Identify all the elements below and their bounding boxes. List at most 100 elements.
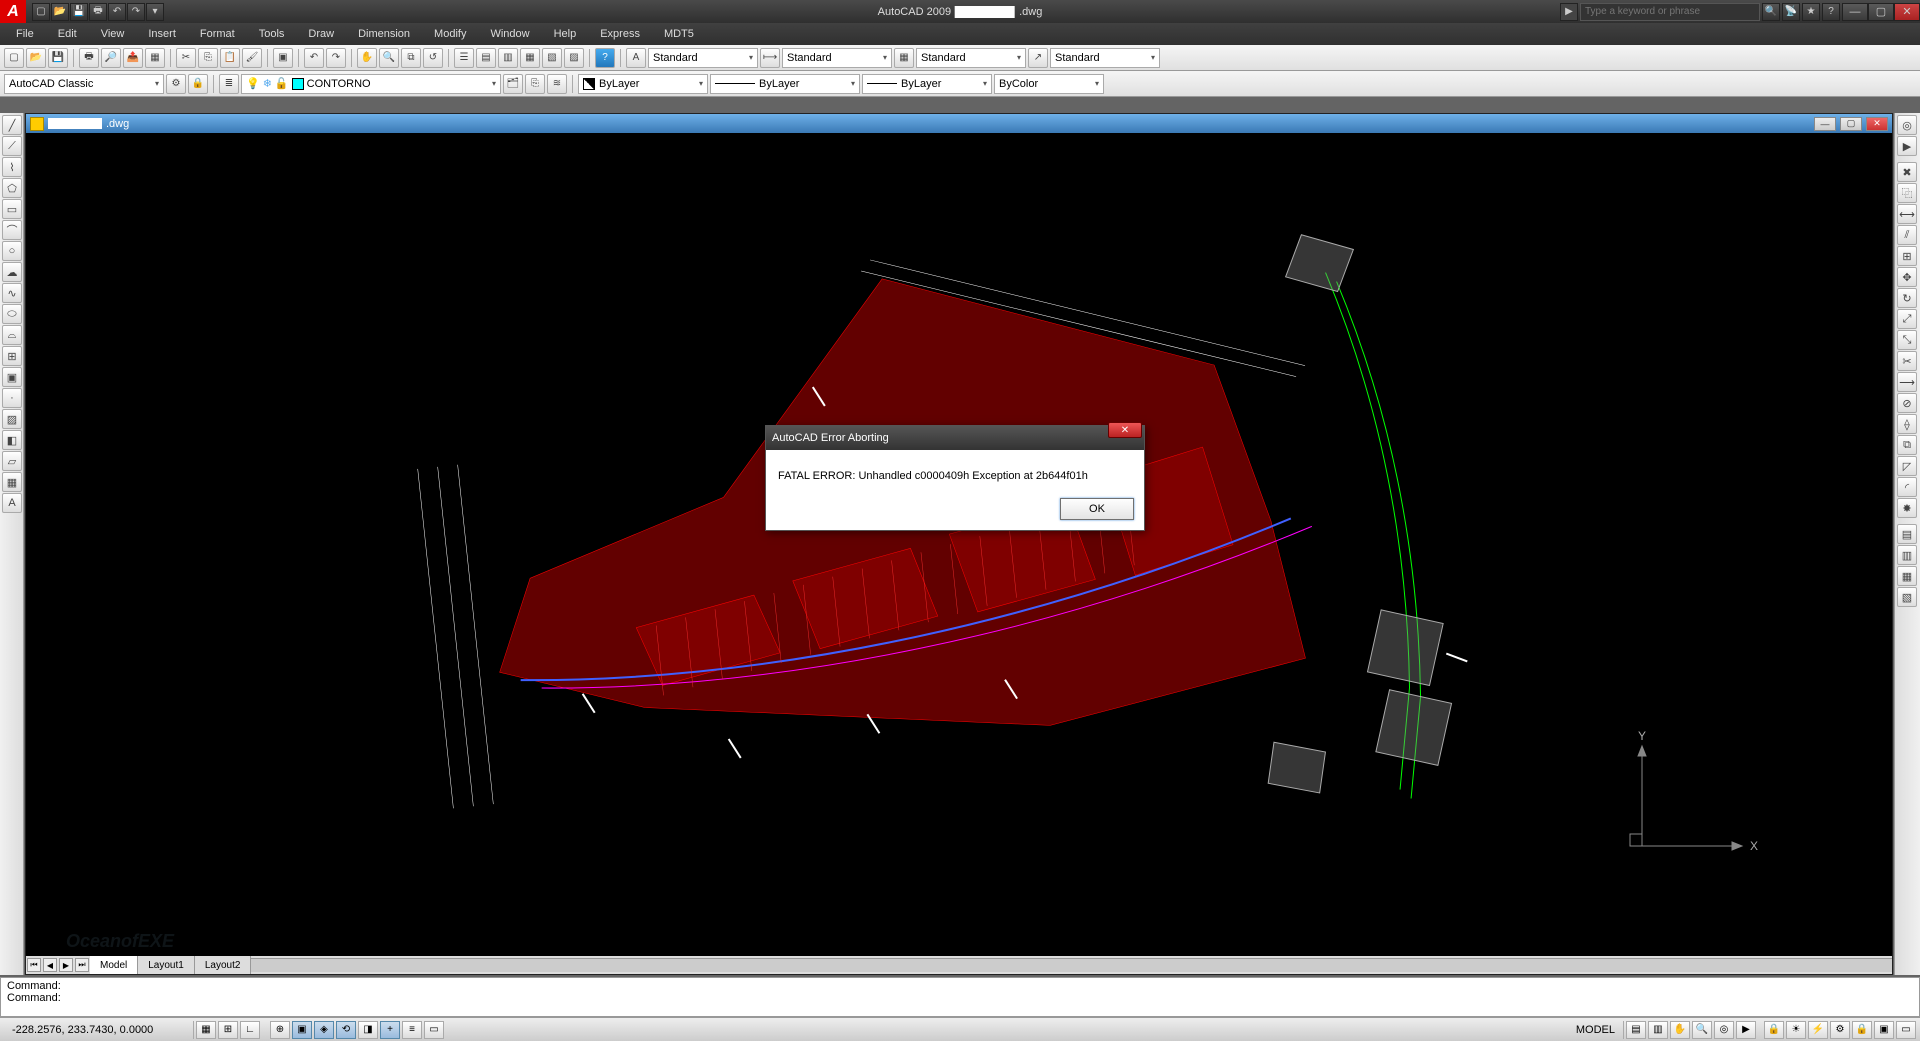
qat-open-icon[interactable]: 📂 <box>51 3 69 21</box>
fillet-icon[interactable]: ◜ <box>1897 477 1917 497</box>
tab-next-icon[interactable]: ▶ <box>59 958 73 972</box>
osnap-toggle[interactable]: ▣ <box>292 1021 312 1039</box>
linetype-select[interactable]: ByLayer ▾ <box>710 74 860 94</box>
menu-draw[interactable]: Draw <box>296 23 346 45</box>
break-icon[interactable]: ⟠ <box>1897 414 1917 434</box>
workspace-switch-icon[interactable]: ⚙ <box>1830 1021 1850 1039</box>
minimize-button[interactable]: — <box>1842 3 1868 21</box>
menu-insert[interactable]: Insert <box>136 23 188 45</box>
error-close-button[interactable]: ✕ <box>1108 422 1142 438</box>
help-icon[interactable]: ? <box>595 48 615 68</box>
lineweight-select[interactable]: ByLayer ▾ <box>862 74 992 94</box>
tab-prev-icon[interactable]: ◀ <box>43 958 57 972</box>
tool-palette-c-icon[interactable]: ▦ <box>1897 566 1917 586</box>
doc-titlebar[interactable]: .dwg — ▢ ✕ <box>26 114 1892 133</box>
tablestyle-select[interactable]: Standard▾ <box>916 48 1026 68</box>
properties-icon[interactable]: ☰ <box>454 48 474 68</box>
doc-maximize-button[interactable]: ▢ <box>1840 117 1862 131</box>
pan-icon[interactable]: ✋ <box>357 48 377 68</box>
tablestyle-icon[interactable]: ▦ <box>894 48 914 68</box>
zoom-previous-icon[interactable]: ↺ <box>423 48 443 68</box>
chamfer-icon[interactable]: ◸ <box>1897 456 1917 476</box>
menu-edit[interactable]: Edit <box>46 23 89 45</box>
polar-toggle[interactable]: ⊕ <box>270 1021 290 1039</box>
zoom-status-icon[interactable]: 🔍 <box>1692 1021 1712 1039</box>
menu-file[interactable]: File <box>4 23 46 45</box>
copy-obj-icon[interactable]: ⿻ <box>1897 183 1917 203</box>
hardware-accel-icon[interactable]: ▣ <box>1874 1021 1894 1039</box>
menu-dimension[interactable]: Dimension <box>346 23 422 45</box>
error-ok-button[interactable]: OK <box>1060 498 1134 520</box>
command-window[interactable]: Command: Command: <box>0 977 1920 1017</box>
menu-express[interactable]: Express <box>588 23 652 45</box>
search-icon[interactable]: 🔍 <box>1762 3 1780 21</box>
extend-icon[interactable]: ⟶ <box>1897 372 1917 392</box>
plot-preview-icon[interactable]: 🔎 <box>101 48 121 68</box>
layer-props-icon[interactable]: ≣ <box>219 74 239 94</box>
otrack-toggle[interactable]: ⟲ <box>336 1021 356 1039</box>
steering-status-icon[interactable]: ◎ <box>1714 1021 1734 1039</box>
ellipse-icon[interactable]: ⬭ <box>2 304 22 324</box>
trim-icon[interactable]: ✂ <box>1897 351 1917 371</box>
point-icon[interactable]: · <box>2 388 22 408</box>
annotation-autoadd-icon[interactable]: ⚡ <box>1808 1021 1828 1039</box>
make-block-icon[interactable]: ▣ <box>2 367 22 387</box>
save-icon[interactable]: 💾 <box>48 48 68 68</box>
showmotion-status-icon[interactable]: ▶ <box>1736 1021 1756 1039</box>
steering-wheel-icon[interactable]: ◎ <box>1897 115 1917 135</box>
workspace-select[interactable]: AutoCAD Classic▾ <box>4 74 164 94</box>
tool-palette-d-icon[interactable]: ▧ <box>1897 587 1917 607</box>
comm-center-icon[interactable]: 📡 <box>1782 3 1800 21</box>
menu-format[interactable]: Format <box>188 23 247 45</box>
help-icon[interactable]: ? <box>1822 3 1840 21</box>
lwt-toggle[interactable]: ≡ <box>402 1021 422 1039</box>
showmotion-icon[interactable]: ▶ <box>1897 136 1917 156</box>
menu-help[interactable]: Help <box>542 23 589 45</box>
array-icon[interactable]: ⊞ <box>1897 246 1917 266</box>
menu-tools[interactable]: Tools <box>247 23 297 45</box>
qat-print-icon[interactable]: 🖶 <box>89 3 107 21</box>
menu-window[interactable]: Window <box>478 23 541 45</box>
qat-dropdown-icon[interactable]: ▾ <box>146 3 164 21</box>
open-icon[interactable]: 📂 <box>26 48 46 68</box>
line-icon[interactable]: ╱ <box>2 115 22 135</box>
rotate-icon[interactable]: ↻ <box>1897 288 1917 308</box>
move-icon[interactable]: ✥ <box>1897 267 1917 287</box>
mtext-icon[interactable]: A <box>2 493 22 513</box>
rectangle-icon[interactable]: ▭ <box>2 199 22 219</box>
color-select[interactable]: ByLayer ▾ <box>578 74 708 94</box>
tool-palettes-icon[interactable]: ▥ <box>498 48 518 68</box>
construction-line-icon[interactable]: ⟋ <box>2 136 22 156</box>
stretch-icon[interactable]: ⤡ <box>1897 330 1917 350</box>
annotation-scale-icon[interactable]: 🔒 <box>1764 1021 1784 1039</box>
layer-previous-icon[interactable]: 🗂 <box>503 74 523 94</box>
qat-undo-icon[interactable]: ↶ <box>108 3 126 21</box>
redo-icon[interactable]: ↷ <box>326 48 346 68</box>
error-titlebar[interactable]: AutoCAD Error Aborting ✕ <box>766 426 1144 450</box>
close-button[interactable]: ✕ <box>1894 3 1920 21</box>
qat-new-icon[interactable]: ▢ <box>32 3 50 21</box>
break-at-point-icon[interactable]: ⊘ <box>1897 393 1917 413</box>
tool-palette-a-icon[interactable]: ▤ <box>1897 524 1917 544</box>
tab-first-icon[interactable]: ⏮ <box>27 958 41 972</box>
hscroll-track[interactable] <box>251 958 1892 972</box>
new-icon[interactable]: ▢ <box>4 48 24 68</box>
quick-view-drawings-icon[interactable]: ▥ <box>1648 1021 1668 1039</box>
menu-mdt5[interactable]: MDT5 <box>652 23 706 45</box>
textstyle-icon[interactable]: A <box>626 48 646 68</box>
3dosnap-toggle[interactable]: ◈ <box>314 1021 334 1039</box>
grid-toggle[interactable]: ⊞ <box>218 1021 238 1039</box>
sheet-set-icon[interactable]: ▦ <box>520 48 540 68</box>
toolbar-lock-icon[interactable]: 🔒 <box>188 74 208 94</box>
textstyle-select[interactable]: Standard▾ <box>648 48 758 68</box>
copy-icon[interactable]: ⎘ <box>198 48 218 68</box>
revision-cloud-icon[interactable]: ☁ <box>2 262 22 282</box>
ellipse-arc-icon[interactable]: ⌓ <box>2 325 22 345</box>
doc-minimize-button[interactable]: — <box>1814 117 1836 131</box>
erase-icon[interactable]: ✖ <box>1897 162 1917 182</box>
cut-icon[interactable]: ✂ <box>176 48 196 68</box>
mirror-icon[interactable]: ⟷ <box>1897 204 1917 224</box>
table-icon[interactable]: ▦ <box>2 472 22 492</box>
doc-close-button[interactable]: ✕ <box>1866 117 1888 131</box>
region-icon[interactable]: ▱ <box>2 451 22 471</box>
